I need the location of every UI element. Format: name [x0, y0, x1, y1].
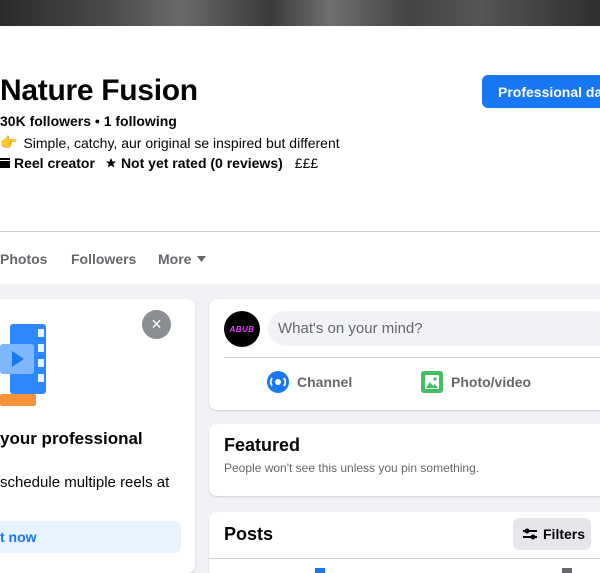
photo-video-icon	[421, 371, 443, 393]
divider	[224, 357, 600, 358]
page-tabs: Photos Followers More	[0, 231, 600, 284]
divider	[209, 558, 600, 559]
clapperboard-icon	[0, 158, 10, 168]
channel-label: Channel	[297, 374, 353, 390]
tab-photos[interactable]: Photos	[0, 251, 47, 267]
whats-on-your-mind-input[interactable]: What's on your mind?	[268, 311, 600, 346]
page-title: Nature Fusion	[0, 74, 198, 107]
category-item: Reel creator	[0, 155, 95, 171]
bio-text: Simple, catchy, aur original se inspired…	[23, 134, 340, 151]
avatar-text: ABUB	[229, 324, 255, 334]
video-reel-illustration	[0, 324, 46, 406]
star-icon	[105, 158, 116, 168]
featured-card: Featured People won't see this unless yo…	[209, 424, 600, 496]
promo-title: your professional	[0, 429, 143, 448]
posts-title: Posts	[224, 524, 274, 544]
rating-item[interactable]: Not yet rated (0 reviews)	[105, 155, 283, 171]
follower-stats[interactable]: 30K followers • 1 following	[0, 113, 177, 129]
filters-icon	[523, 528, 537, 540]
tab-more-label: More	[158, 251, 192, 267]
page-meta: Reel creator Not yet rated (0 reviews) £…	[0, 155, 318, 171]
profile-header: Nature Fusion 30K followers • 1 followin…	[0, 26, 600, 231]
filters-button[interactable]: Filters	[513, 518, 591, 550]
professional-dashboard-label: Professional dashboard	[498, 83, 600, 100]
filters-label: Filters	[543, 526, 586, 542]
posts-card: Posts Filters	[209, 512, 600, 573]
grid-view-icon[interactable]	[562, 568, 572, 573]
caret-down-icon	[197, 256, 207, 262]
post-composer: ABUB What's on your mind? Channel Photo/…	[209, 299, 600, 410]
photo-video-label: Photo/video	[451, 374, 532, 390]
close-button[interactable]: ×	[142, 310, 171, 339]
cover-photo	[0, 0, 600, 26]
featured-title: Featured	[224, 435, 301, 455]
channel-button[interactable]: Channel	[267, 371, 352, 393]
tab-followers[interactable]: Followers	[71, 251, 136, 267]
rating-label: Not yet rated (0 reviews)	[120, 155, 283, 171]
page-bio: 👉 Simple, catchy, aur original se inspir…	[0, 134, 340, 151]
price-range: £££	[294, 155, 319, 171]
featured-subtitle: People won't see this unless you pin som…	[224, 461, 480, 475]
reels-promo-card: × your professional schedule multiple re…	[0, 299, 195, 573]
photo-video-button[interactable]: Photo/video	[421, 371, 531, 393]
professional-dashboard-button[interactable]: Professional dashboard	[482, 75, 600, 108]
promo-text: schedule multiple reels at	[0, 474, 170, 491]
close-icon: ×	[151, 314, 162, 334]
tab-more[interactable]: More	[158, 251, 207, 267]
avatar[interactable]: ABUB	[224, 311, 260, 347]
channel-icon	[267, 371, 289, 393]
promo-cta-button[interactable]: t now	[0, 521, 181, 553]
category-label: Reel creator	[14, 155, 95, 171]
pointing-hand-icon: 👉	[0, 134, 18, 150]
list-view-icon[interactable]	[315, 568, 325, 573]
